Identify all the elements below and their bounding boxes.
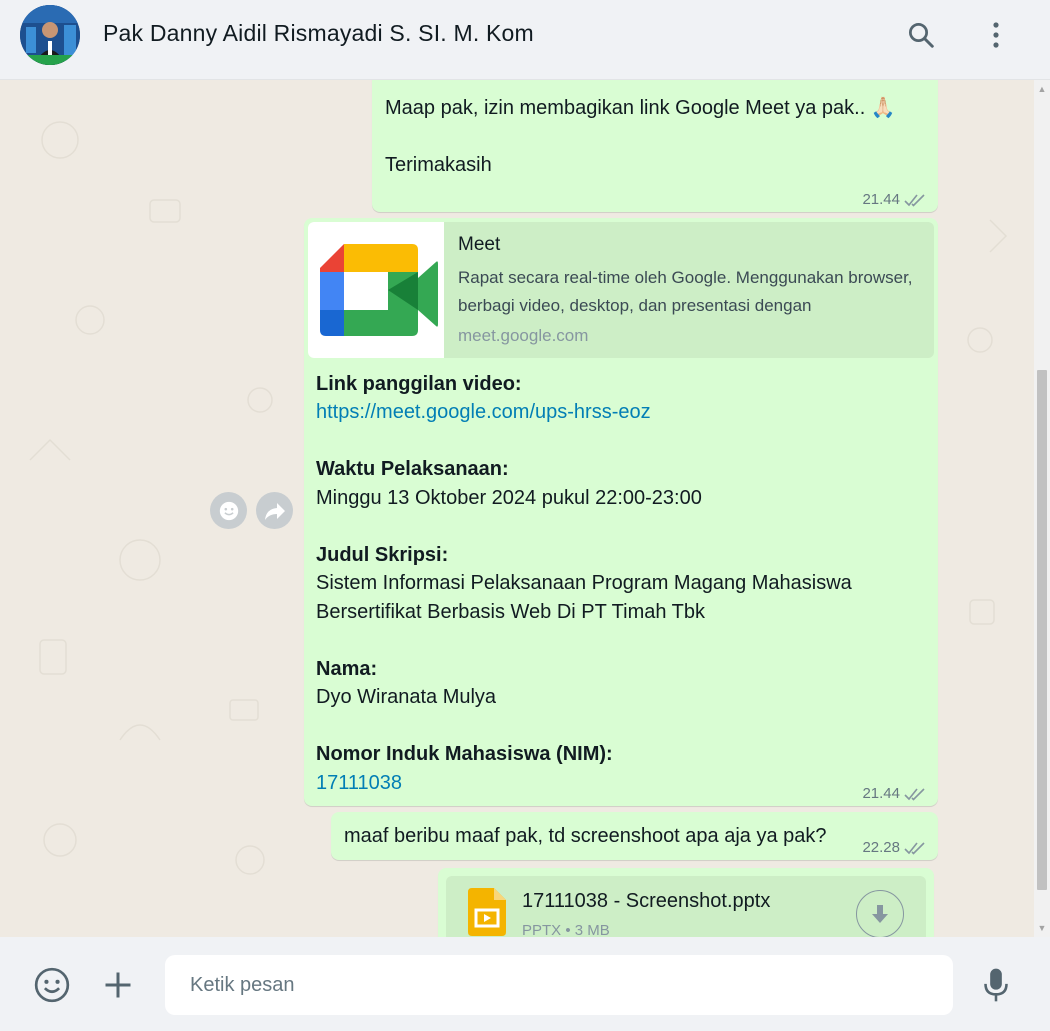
message-text: Minggu 13 Oktober 2024 pukul 22:00-23:00: [316, 487, 702, 509]
chat-header: Pak Danny Aidil Rismayadi S. SI. M. Kom: [0, 0, 1050, 80]
forward-button[interactable]: [256, 492, 293, 529]
read-ticks-icon: [904, 787, 925, 801]
nim-link[interactable]: 17111038: [316, 769, 402, 798]
message-time: 21.44: [862, 785, 900, 802]
read-ticks-icon: [904, 193, 925, 207]
message-label: Nomor Induk Mahasiswa (NIM):: [316, 743, 613, 765]
meet-link[interactable]: https://meet.google.com/ups-hrss-eoz: [316, 398, 651, 427]
chat-scrollbar[interactable]: ▲ ▼: [1034, 80, 1050, 937]
message-text: Dyo Wiranata Mulya: [316, 686, 497, 708]
message-label: Judul Skripsi:: [316, 544, 449, 566]
message-text: Terimakasih: [385, 154, 492, 176]
message-meta: 22.28: [862, 839, 926, 856]
message-meta: 21.44: [862, 785, 926, 802]
message-bubble-outgoing[interactable]: maaf beribu maaf pak, td screenshoot apa…: [331, 812, 938, 860]
link-preview[interactable]: Meet Rapat secara real-time oleh Google.…: [308, 222, 934, 358]
preview-title: Meet: [458, 234, 501, 255]
message-text: Maap pak, izin membagikan link Google Me…: [385, 97, 896, 119]
file-type: PPTX: [522, 922, 562, 937]
message-label: Link panggilan video:: [316, 373, 522, 395]
react-emoji-button[interactable]: [210, 492, 247, 529]
message-text: maaf beribu maaf pak, td screenshoot apa…: [344, 825, 827, 847]
forward-icon: [264, 502, 285, 520]
slides-file-icon: [468, 888, 506, 936]
contact-avatar[interactable]: [20, 5, 80, 65]
preview-description: Rapat secara real-time oleh Google. Meng…: [458, 268, 913, 315]
message-label: Nama:: [316, 658, 378, 680]
search-icon[interactable]: [904, 18, 938, 52]
message-bubble-outgoing[interactable]: Maap pak, izin membagikan link Google Me…: [372, 80, 938, 212]
menu-icon[interactable]: [979, 18, 1013, 52]
scroll-thumb[interactable]: [1037, 370, 1047, 890]
message-text: Sistem Informasi Pelaksanaan Program Mag…: [316, 572, 852, 594]
scroll-down-icon[interactable]: ▼: [1037, 923, 1047, 933]
message-input[interactable]: [165, 955, 953, 1015]
file-meta: PPTX • 3 MB: [522, 922, 610, 937]
file-name: 17111038 - Screenshot.pptx: [522, 890, 771, 912]
file-size: 3 MB: [574, 922, 610, 937]
contact-name[interactable]: Pak Danny Aidil Rismayadi S. SI. M. Kom: [103, 20, 534, 47]
emoji-icon: [219, 501, 238, 520]
message-bubble-file[interactable]: 17111038 - Screenshot.pptx PPTX • 3 MB: [438, 868, 934, 937]
download-icon: [872, 905, 888, 923]
composer-bar: [0, 937, 1050, 1031]
read-ticks-icon: [904, 841, 925, 855]
message-meta: 21.44: [862, 191, 926, 208]
file-card[interactable]: 17111038 - Screenshot.pptx PPTX • 3 MB: [446, 876, 926, 937]
message-time: 21.44: [862, 191, 900, 208]
mic-icon[interactable]: [974, 963, 1018, 1007]
message-time: 22.28: [862, 839, 900, 856]
message-label: Waktu Pelaksanaan:: [316, 458, 509, 480]
preview-domain: meet.google.com: [458, 326, 589, 345]
message-text: Bersertifikat Berbasis Web Di PT Timah T…: [316, 601, 706, 623]
download-button[interactable]: [856, 890, 904, 937]
message-bubble-outgoing[interactable]: Meet Rapat secara real-time oleh Google.…: [304, 218, 938, 806]
attach-icon[interactable]: [96, 963, 140, 1007]
emoji-icon[interactable]: [30, 963, 74, 1007]
chat-panel: Maap pak, izin membagikan link Google Me…: [0, 80, 1050, 937]
google-meet-logo: [308, 222, 444, 358]
scroll-up-icon[interactable]: ▲: [1037, 84, 1047, 94]
